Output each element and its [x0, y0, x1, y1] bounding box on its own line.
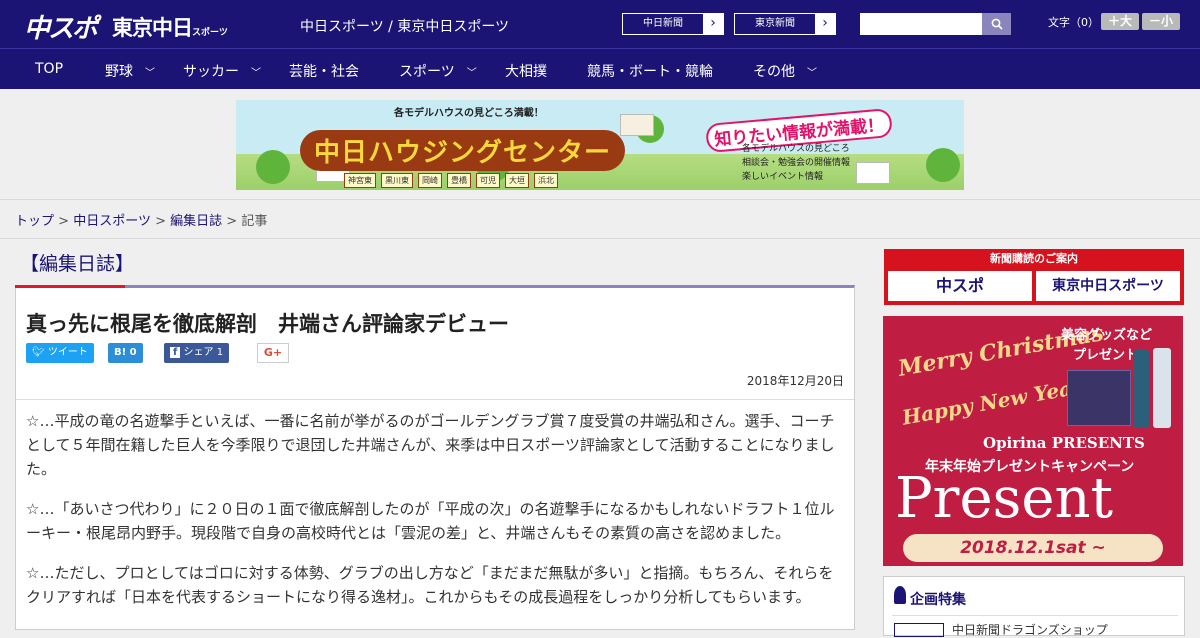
article-paragraph: ☆…平成の竜の名遊撃手といえば、一番に名前が挙がるのがゴールデングラブ賞７度受賞…: [26, 412, 835, 478]
breadcrumb-chunichi-sports[interactable]: 中日スポーツ: [73, 214, 151, 229]
search-button[interactable]: [982, 13, 1011, 35]
tokyo-shimbun-link[interactable]: 東京新聞 ›: [734, 13, 836, 35]
chevron-down-icon: ﹀: [145, 68, 155, 79]
hatena-bookmark-button[interactable]: B! 0: [108, 343, 143, 363]
ribbon-icon: [894, 586, 906, 604]
banner-title: 中日ハウジングセンター: [300, 130, 626, 171]
article-date: 2018年12月20日: [746, 374, 844, 388]
facebook-icon: f: [170, 347, 181, 358]
divider: [892, 615, 1178, 616]
banner-subtitle: 各モデルハウスの見どころ満載！: [394, 108, 544, 119]
top-header: 中スポ 東京中日スポーツ 中日スポーツ / 東京中日スポーツ 中日新聞 › 東京…: [0, 0, 1200, 48]
search-input[interactable]: [860, 13, 982, 35]
article-title: 真っ先に根尾を徹底解剖 井端さん評論家デビュー: [26, 312, 509, 336]
main-nav: TOP 野球 ﹀ サッカー ﹀ 芸能・社会 スポーツ ﹀ 大相撲 競馬・ボート・競輪 …: [0, 48, 1200, 89]
subscription-heading: 新聞購読のご案内: [990, 252, 1078, 265]
tweet-button[interactable]: 🐦︎ ツイート: [26, 343, 94, 363]
breadcrumb-current: 記事: [241, 214, 268, 229]
nav-soccer[interactable]: サッカー ﹀: [183, 61, 261, 81]
banner-cities: 神宮東 黒川東 岡崎 豊橋 可児 大垣 浜北: [344, 168, 563, 188]
breadcrumb: トップ > 中日スポーツ > 編集日誌 > 記事: [0, 199, 1200, 239]
nav-top[interactable]: TOP: [35, 61, 63, 77]
tree-illustration: [926, 148, 960, 182]
chevron-right-icon: ›: [703, 14, 723, 34]
nav-entertainment[interactable]: 芸能・社会: [289, 61, 359, 81]
font-smaller-button[interactable]: －小: [1142, 13, 1180, 30]
facebook-share-button[interactable]: f シェア 1: [164, 343, 230, 363]
chevron-right-icon: ›: [815, 14, 835, 34]
chuspo-logo[interactable]: 中スポ: [24, 8, 98, 45]
tokyo-chuspo-subscribe-link[interactable]: 東京中日スポーツ: [1036, 271, 1180, 301]
present-campaign-ad[interactable]: Merry Christmas Happy New Year 美容グッズなど プ…: [883, 316, 1183, 566]
house-illustration: [620, 114, 654, 136]
category-title: 【編集日誌】: [20, 253, 135, 275]
nav-sumo[interactable]: 大相撲: [505, 61, 547, 81]
site-name[interactable]: 中日スポーツ / 東京中日スポーツ: [300, 16, 509, 36]
twitter-icon: 🐦︎: [32, 347, 45, 358]
product-bottle-image: [1153, 348, 1171, 428]
font-larger-button[interactable]: ＋大: [1101, 13, 1139, 30]
chevron-down-icon: ﹀: [251, 68, 261, 79]
nav-baseball[interactable]: 野球 ﹀: [105, 61, 155, 81]
chevron-down-icon: ﹀: [466, 68, 477, 79]
article-body: ☆…平成の竜の名遊撃手といえば、一番に名前が挙がるのがゴールデングラブ賞７度受賞…: [26, 409, 846, 625]
chunichi-shimbun-link[interactable]: 中日新聞 ›: [622, 13, 724, 35]
article-paragraph: ☆…「あいさつ代わり」に２０日の１面で徹底解剖したのが「平成の次」の名遊撃手にな…: [26, 500, 835, 542]
nav-sports[interactable]: スポーツ ﹀: [399, 61, 477, 81]
feature-thumbnail[interactable]: [894, 623, 944, 637]
search-box: [860, 13, 1011, 35]
ad-brand: Opirina PRESENTS: [983, 434, 1145, 452]
housing-center-banner[interactable]: 各モデルハウスの見どころ満載！ 中日ハウジングセンター 知りたい情報が満載！ 各…: [236, 100, 964, 190]
ad-goods: 美容グッズなど: [1061, 328, 1153, 343]
breadcrumb-top[interactable]: トップ: [15, 214, 54, 229]
feature-box: 企画特集 中日新聞ドラゴンズショップ: [883, 576, 1185, 637]
banner-info: 各モデルハウスの見どころ 相談会・勉強会の開催情報 楽しいイベント情報: [742, 144, 851, 182]
chevron-down-icon: ﹀: [807, 68, 817, 79]
nav-racing[interactable]: 競馬・ボート・競輪: [587, 61, 713, 81]
chuspo-subscribe-link[interactable]: 中スポ: [888, 271, 1032, 301]
google-plus-button[interactable]: G+: [257, 343, 289, 363]
house-illustration: [856, 162, 890, 184]
ad-gift: プレゼント: [1073, 348, 1139, 363]
accent-bar: [15, 285, 125, 288]
nav-other[interactable]: その他 ﹀: [753, 61, 817, 81]
divider: [16, 399, 854, 400]
tree-illustration: [256, 150, 290, 184]
ad-present-title: Present: [895, 466, 1114, 531]
article-card: 真っ先に根尾を徹底解剖 井端さん評論家デビュー 🐦︎ ツイート B! 0 f シ…: [15, 285, 855, 630]
feature-title: 企画特集: [910, 592, 966, 608]
article-paragraph: ☆…ただし、プロとしてはゴロに対する体勢、グラブの出し方など「まだまだ無駄が多い…: [26, 564, 834, 606]
tokyo-chunichi-logo[interactable]: 東京中日スポーツ: [112, 12, 228, 42]
ad-happy-new-year: Happy New Year: [900, 374, 1085, 430]
product-bottle-image: [1133, 350, 1149, 428]
subscription-box[interactable]: 新聞購読のご案内 中スポ 東京中日スポーツ: [884, 249, 1184, 305]
product-box-image: [1067, 370, 1131, 426]
ad-dates: 2018.12.1sat ~ 2019.1.15tue: [903, 534, 1163, 562]
font-size-label: 文字（0）: [1048, 16, 1099, 29]
search-icon: [991, 18, 1003, 30]
breadcrumb-editorial-diary[interactable]: 編集日誌: [170, 214, 222, 229]
